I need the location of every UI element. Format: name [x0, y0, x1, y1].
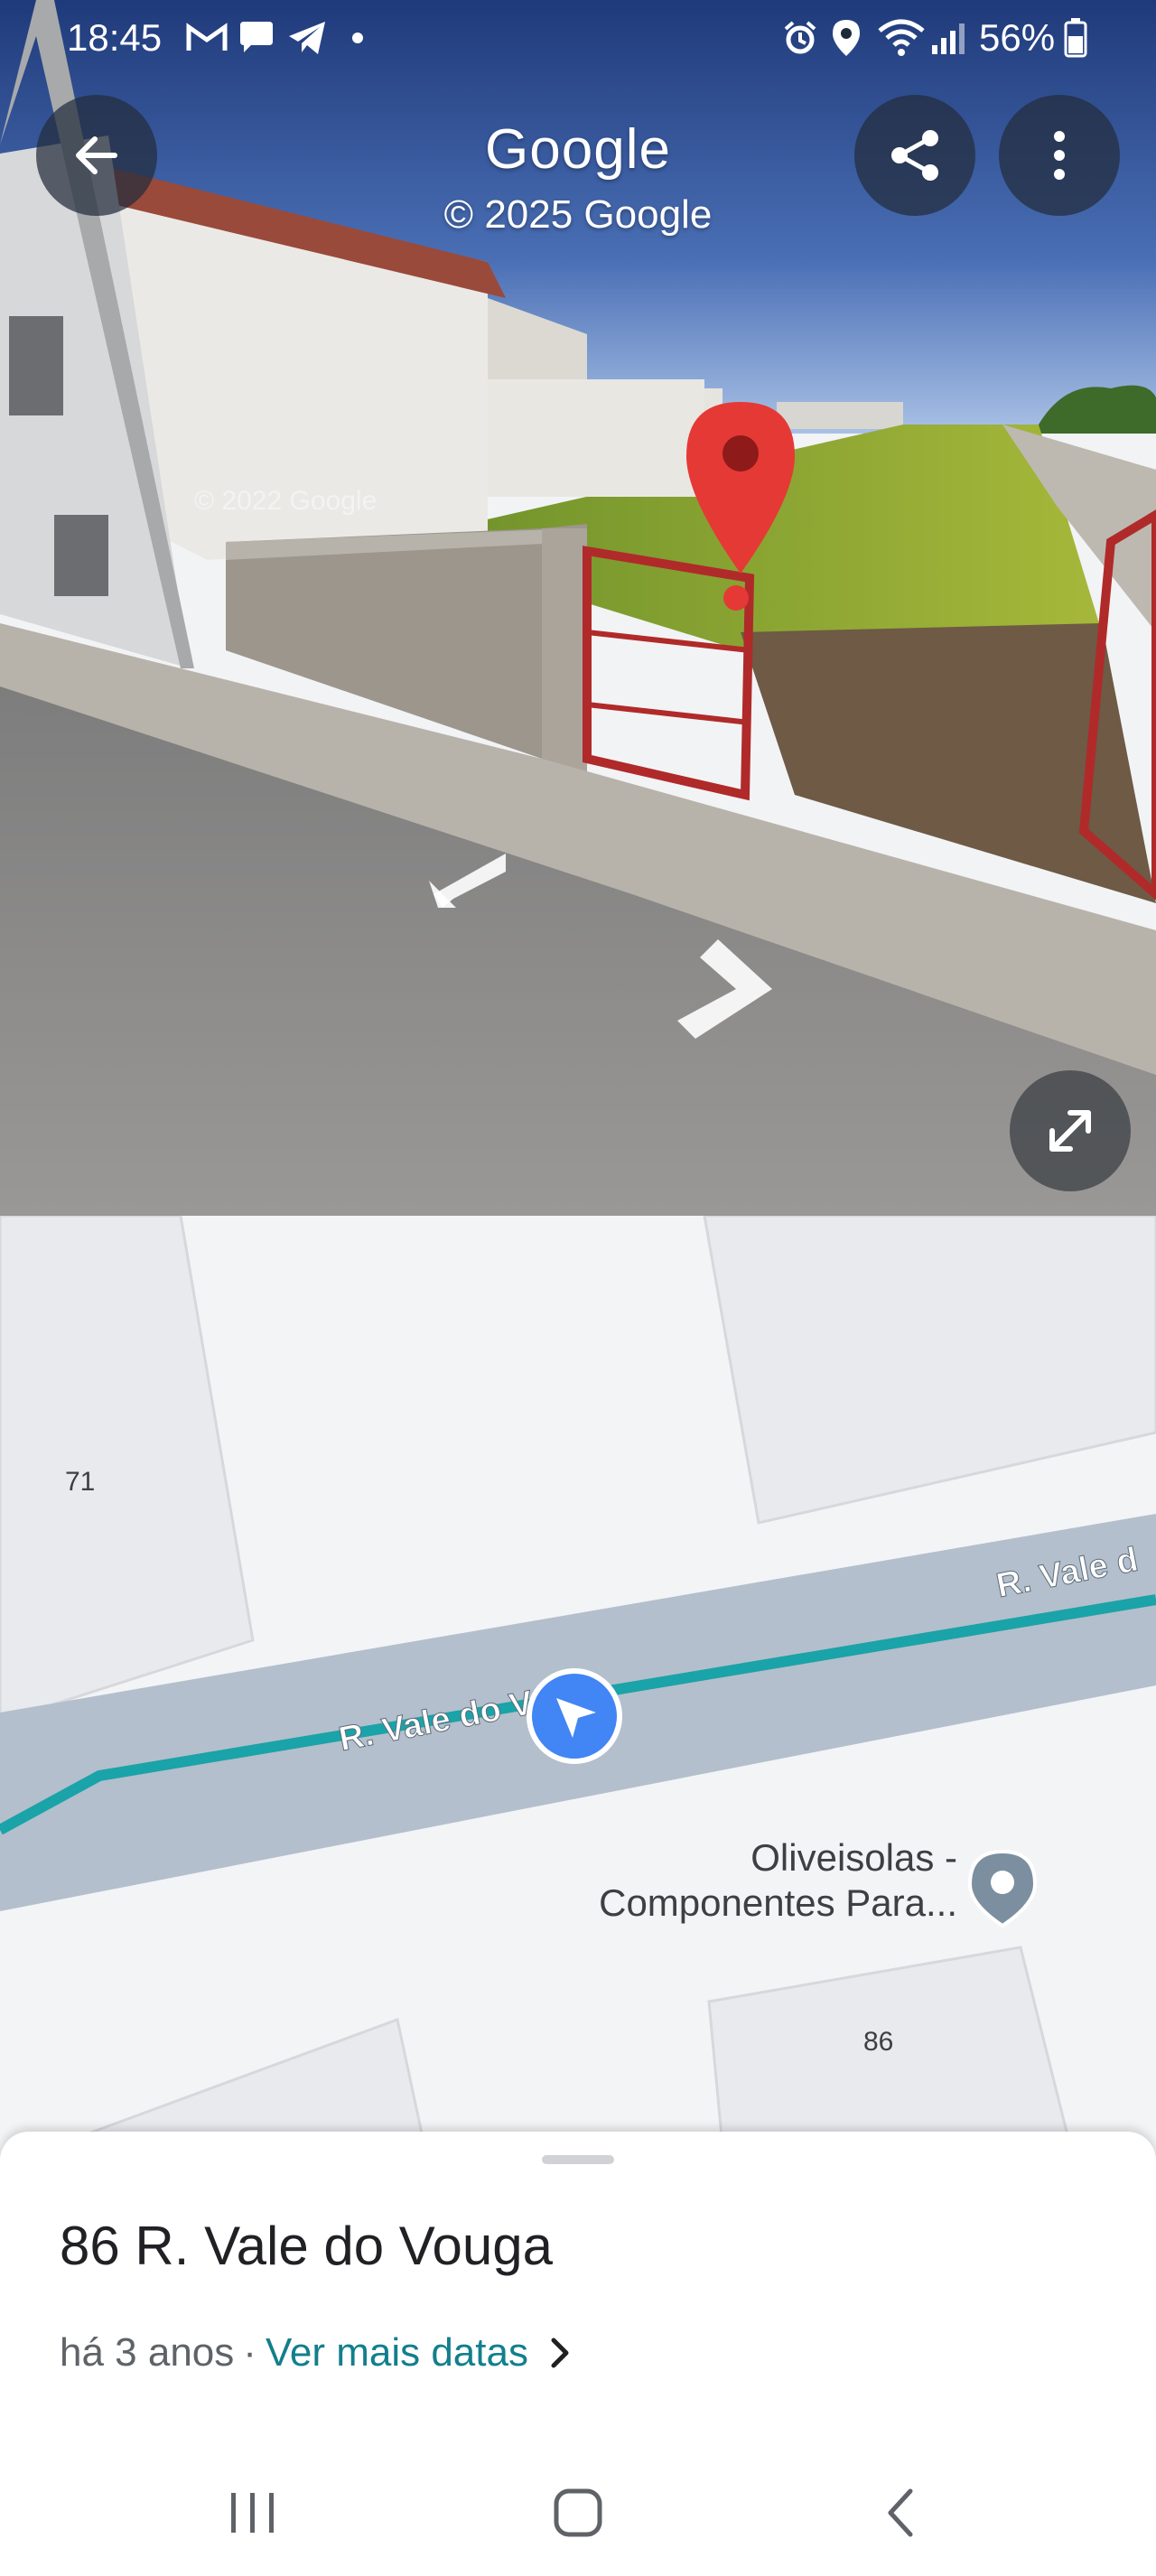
chat-bubble-icon — [240, 22, 273, 52]
back-arrow-icon — [76, 136, 117, 174]
imagery-age: há 3 anos — [60, 2330, 235, 2375]
system-nav-bar — [0, 2439, 1156, 2576]
battery-icon — [1064, 18, 1087, 58]
location-pin-icon[interactable] — [677, 397, 804, 623]
building-block — [703, 1216, 1156, 1525]
building-number: 86 — [863, 2027, 894, 2057]
gmail-icon — [186, 23, 228, 51]
home-icon[interactable] — [553, 2487, 603, 2538]
separator: · — [243, 2330, 256, 2375]
place-name-line1: Oliveisolas - — [750, 1836, 957, 1879]
battery-percent: 56% — [979, 16, 1056, 59]
share-button[interactable] — [854, 95, 975, 216]
building-number: 71 — [65, 1467, 96, 1497]
more-options-button[interactable] — [999, 95, 1120, 216]
imagery-watermark: © 2022 Google — [194, 486, 378, 516]
alarm-icon — [784, 21, 816, 54]
place-name-line2: Componentes Para... — [599, 1881, 957, 1924]
expand-icon — [1049, 1110, 1091, 1152]
status-time: 18:45 — [67, 16, 163, 59]
place-label[interactable]: Oliveisolas - Componentes Para... — [524, 1835, 957, 1926]
place-pin-icon[interactable] — [966, 1848, 1039, 1929]
signal-icon — [932, 23, 965, 54]
expand-button[interactable] — [1010, 1070, 1131, 1191]
building-block — [53, 2017, 426, 2146]
drag-handle[interactable] — [542, 2155, 614, 2164]
location-icon — [833, 20, 860, 56]
back-icon[interactable] — [883, 2487, 919, 2538]
more-dates-link[interactable]: Ver mais datas — [266, 2330, 528, 2375]
date-row: há 3 anos · Ver mais datas — [60, 2330, 572, 2375]
recents-icon[interactable] — [226, 2489, 280, 2536]
dot-icon — [352, 33, 363, 43]
share-icon — [891, 130, 938, 181]
telegram-icon — [289, 22, 325, 54]
map-view[interactable]: R. Vale do Vouga R. Vale d 71 86 Oliveis… — [0, 1216, 1156, 2146]
status-bar: 18:45 56% — [0, 0, 1156, 78]
chevron-right-icon[interactable] — [548, 2337, 572, 2369]
wifi-icon — [878, 19, 925, 56]
address-title: 86 R. Vale do Vouga — [60, 2216, 553, 2276]
page-title: Google — [485, 118, 671, 181]
copyright-text: © 2025 Google — [443, 192, 713, 237]
more-vert-icon — [1054, 131, 1065, 180]
back-button[interactable] — [36, 95, 157, 216]
building-block — [0, 1216, 255, 1723]
panorama-header: Google © 2025 Google — [307, 117, 849, 238]
current-location-icon[interactable] — [524, 1666, 625, 1767]
